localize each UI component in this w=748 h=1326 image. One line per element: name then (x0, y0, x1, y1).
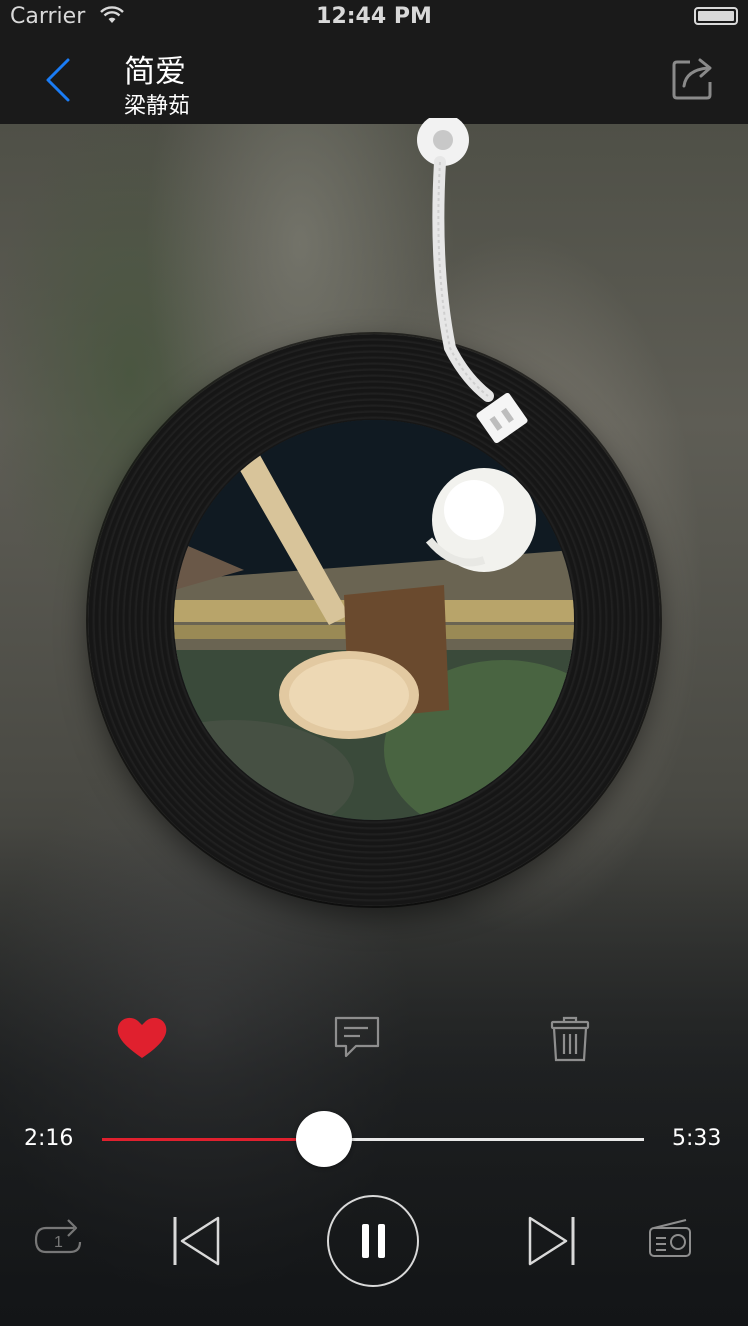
repeat-one-icon[interactable]: 1 (30, 1214, 86, 1264)
like-heart-icon[interactable] (114, 1010, 170, 1066)
repeat-badge: 1 (54, 1234, 63, 1251)
pause-button[interactable] (326, 1194, 420, 1288)
share-icon[interactable] (668, 54, 718, 104)
comment-icon[interactable] (330, 1010, 386, 1066)
nav-bar: 简爱 梁静茹 (0, 36, 748, 124)
trash-icon[interactable] (542, 1010, 598, 1066)
artist-name: 梁静茹 (124, 94, 191, 119)
radio-icon[interactable] (646, 1216, 694, 1260)
battery-icon (694, 7, 738, 25)
song-title: 简爱 (124, 54, 186, 90)
album-cover (174, 420, 574, 820)
chevron-left-icon[interactable] (36, 52, 80, 108)
total-duration: 5:33 (672, 1126, 722, 1151)
vinyl-record (88, 334, 660, 906)
tonearm (417, 118, 528, 444)
progress-track[interactable] (102, 1138, 644, 1141)
elapsed-time: 2:16 (24, 1126, 74, 1151)
progress-thumb[interactable] (296, 1111, 353, 1167)
next-track-icon[interactable] (524, 1214, 578, 1268)
status-bar: Carrier 12:44 PM (0, 0, 748, 36)
progress-played (102, 1138, 325, 1141)
clock: 12:44 PM (316, 4, 432, 29)
previous-track-icon[interactable] (170, 1214, 224, 1268)
